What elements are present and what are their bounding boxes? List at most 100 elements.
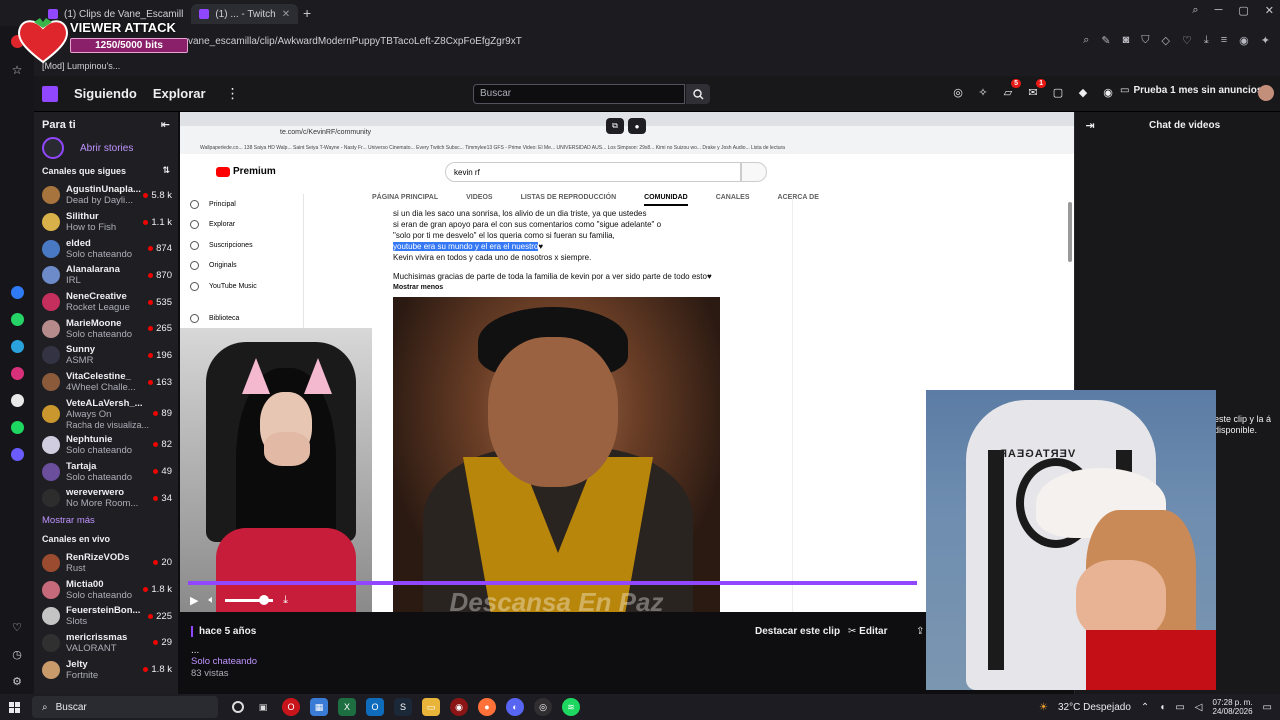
whatsapp-icon[interactable] xyxy=(0,306,34,333)
expand-chat-icon[interactable]: ⇥ xyxy=(1075,119,1105,132)
nav-following[interactable]: Siguiendo xyxy=(74,86,137,101)
maximize-icon[interactable]: ▢ xyxy=(1238,4,1248,17)
sidebar-channel-item[interactable]: Alanalarana IRL 870 xyxy=(34,262,178,289)
close-window-icon[interactable]: ✕ xyxy=(1265,4,1274,17)
search-input[interactable]: Buscar xyxy=(473,84,685,104)
sidebar-channel-item[interactable]: Silithur How to Fish 1.1 k xyxy=(34,209,178,236)
prime-loot-icon[interactable]: ✧ xyxy=(977,86,989,99)
edit-icon[interactable]: ✎ xyxy=(1101,34,1110,47)
heart-icon[interactable]: ♡ xyxy=(1182,34,1192,47)
shield-icon[interactable]: ⛉ xyxy=(1141,34,1149,47)
mic-icon[interactable]: ◖ xyxy=(1159,702,1165,713)
collapse-sidebar-icon[interactable]: ⇤ xyxy=(161,118,170,131)
search-button[interactable] xyxy=(686,84,710,104)
sidebar-channel-item[interactable]: Jelty Fortnite 1.8 k xyxy=(34,656,178,683)
start-button[interactable] xyxy=(0,694,28,720)
sidebar-channel-item[interactable]: elded Solo chateando 874 xyxy=(34,235,178,262)
nav-explore[interactable]: Explorar xyxy=(153,86,206,101)
excel-app-icon[interactable]: X xyxy=(338,698,356,716)
address-bar-icons: ⌕ ✎ ◙ ⛉ ◇ ♡ ⤓ ≡ ◉ ✦ xyxy=(1083,34,1270,47)
sidebar-channel-item[interactable]: wereverwero No More Room... 34 xyxy=(34,485,178,512)
sidebar-channel-item[interactable]: Sunny ASMR 196 xyxy=(34,342,178,369)
menu-icon[interactable]: ≡ xyxy=(1221,34,1227,47)
download-icon[interactable]: ⤓ xyxy=(283,594,288,607)
url-field[interactable]: vane_escamilla/clip/AwkwardModernPuppyTB… xyxy=(188,36,522,47)
spotify-app-icon[interactable]: ≋ xyxy=(562,698,580,716)
volume-icon[interactable]: 🔈︎ xyxy=(208,594,215,607)
twitch-logo-icon[interactable] xyxy=(42,85,58,102)
feature-clip-button[interactable]: Destacar este clip xyxy=(755,626,840,637)
sidebar-channel-item[interactable]: VitaCelestine_ 4Wheel Challe... 163 xyxy=(34,369,178,396)
player-icon[interactable] xyxy=(0,441,34,468)
outlook-app-icon[interactable]: O xyxy=(366,698,384,716)
network-icon[interactable]: ▭ xyxy=(1175,702,1184,713)
bits-icon[interactable]: ◆ xyxy=(1077,86,1089,99)
sidebar-channel-item[interactable]: VeteALaVersh_... Always On Racha de visual… xyxy=(34,396,178,432)
sidebar-channel-item[interactable]: NeneCreative Rocket League 535 xyxy=(34,289,178,316)
telegram-icon[interactable] xyxy=(0,333,34,360)
notifications-icon[interactable]: ▱ 5 xyxy=(1002,79,1021,99)
app-red-icon[interactable]: ◉ xyxy=(450,698,468,716)
channel-avatar xyxy=(42,239,60,258)
explorer-app-icon[interactable]: ▭ xyxy=(422,698,440,716)
yt-menu-item: Biblioteca xyxy=(190,309,300,330)
inbox-icon[interactable]: ✉ 1 xyxy=(1027,79,1046,99)
task-view-icon[interactable]: ▣ xyxy=(254,698,272,716)
x-twitter-icon[interactable] xyxy=(0,387,34,414)
edit-clip-button[interactable]: ✂ Editar xyxy=(848,626,888,637)
user-avatar[interactable] xyxy=(1258,85,1274,101)
new-tab-button[interactable]: + xyxy=(298,4,316,22)
notifications-icon[interactable]: ▭ xyxy=(1263,702,1272,713)
sidebar-channel-item[interactable]: Nephtunie Solo chateando 82 xyxy=(34,432,178,459)
profile-icon[interactable]: ◉ xyxy=(1239,34,1249,47)
history-icon[interactable]: ◷ xyxy=(0,641,34,668)
aria-ai-icon[interactable]: ✦ xyxy=(1261,34,1270,47)
opera-app-icon[interactable]: O xyxy=(282,698,300,716)
sidebar-channel-item[interactable]: Tartaja Solo chateando 49 xyxy=(34,458,178,485)
play-icon[interactable]: ▶ xyxy=(190,594,198,607)
taskbar-clock[interactable]: 07:28 p. m. 24/08/2026 xyxy=(1213,698,1253,716)
sidebar-channel-item[interactable]: RenRizeVODs Rust 20 xyxy=(34,550,178,577)
open-stories[interactable]: Abrir stories xyxy=(34,131,178,159)
cortana-icon[interactable] xyxy=(232,701,244,713)
instagram-icon[interactable] xyxy=(0,360,34,387)
messenger-icon[interactable] xyxy=(0,279,34,306)
tray-chevron-icon[interactable]: ⌃ xyxy=(1141,702,1149,713)
minimize-icon[interactable]: ─ xyxy=(1215,4,1223,17)
camera-icon[interactable]: ◙ xyxy=(1123,34,1130,47)
firefox-app-icon[interactable]: ● xyxy=(478,698,496,716)
prime-trial-button[interactable]: ▭ Prueba 1 mes sin anuncios xyxy=(1120,85,1262,96)
discord-app-icon[interactable]: ◐ xyxy=(506,698,524,716)
close-tab-icon[interactable]: ✕ xyxy=(282,9,290,20)
volume-slider[interactable] xyxy=(225,594,274,605)
drops-icon[interactable]: ◎ xyxy=(952,86,964,99)
viewer-count: 1.1 k xyxy=(143,217,172,228)
obs-app-icon[interactable]: ◎ xyxy=(534,698,552,716)
weather-text[interactable]: 32°C Despejado xyxy=(1058,702,1131,713)
taskbar-search[interactable]: ⌕ Buscar xyxy=(32,696,218,718)
show-more-link[interactable]: Mostrar más xyxy=(34,512,178,532)
volume-icon[interactable]: ◁ xyxy=(1195,702,1203,713)
yt-menu-icon xyxy=(190,314,199,324)
steam-app-icon[interactable]: S xyxy=(394,698,412,716)
turbo-icon[interactable]: ◉ xyxy=(1102,86,1114,99)
store-app-icon[interactable]: ▦ xyxy=(310,698,328,716)
share-icon[interactable]: ⇪ xyxy=(916,626,924,637)
sidebar-channel-item[interactable]: Mictia00 Solo chateando 1.8 k xyxy=(34,576,178,603)
cube-icon[interactable]: ◇ xyxy=(1162,34,1170,47)
sort-icon[interactable]: ⇅ xyxy=(162,165,170,176)
search-icon[interactable]: ⌕ xyxy=(1083,34,1089,47)
browser-tab-twitch[interactable]: (1) ... - Twitch ✕ xyxy=(191,4,299,24)
sidebar-channel-item[interactable]: MarieMoone Solo chateando 265 xyxy=(34,315,178,342)
more-options-icon[interactable]: ⋮ xyxy=(226,85,240,102)
search-tabs-icon[interactable]: ⌕ xyxy=(1192,4,1198,17)
settings-gear-icon[interactable]: ⚙ xyxy=(0,668,34,695)
clip-category-link[interactable]: Solo chateando xyxy=(191,656,257,667)
sidebar-channel-item[interactable]: FeuersteinBon... Slots 225 xyxy=(34,603,178,630)
sidebar-channel-item[interactable]: mericrissmas VALORANT 29 xyxy=(34,630,178,657)
favorites-heart-icon[interactable]: ♡ xyxy=(0,614,34,641)
sidebar-channel-item[interactable]: AgustinUnapla... Dead by Dayli... 5.8 k xyxy=(34,182,178,209)
download-icon[interactable]: ⤓ xyxy=(1204,34,1209,47)
whispers-icon[interactable]: ▢ xyxy=(1052,86,1064,99)
spotify-icon[interactable] xyxy=(0,414,34,441)
